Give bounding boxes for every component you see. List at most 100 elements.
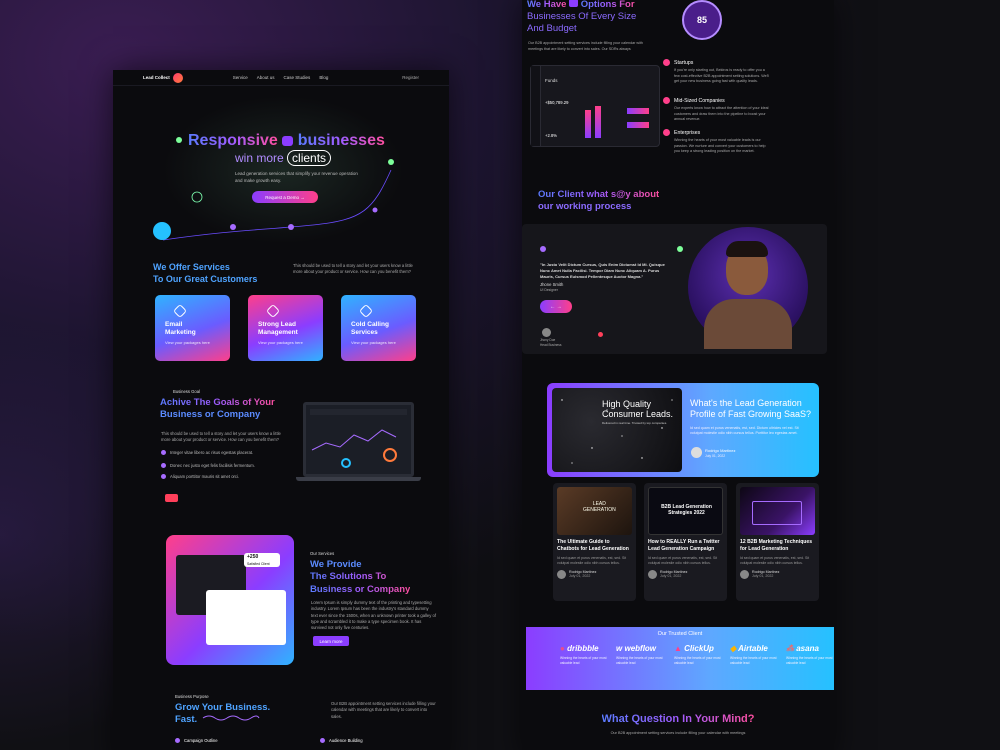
blog-desc: Id sed quam et purus venenatis, est, sed… xyxy=(740,555,810,565)
blog-image-text-b: Strategies 2022 xyxy=(668,510,705,516)
featured-img-title: High Quality Consumer Leads. xyxy=(602,399,673,420)
author-avatar xyxy=(648,569,657,579)
funds-bar xyxy=(627,108,649,114)
hero-title-a: Responsive xyxy=(188,132,278,149)
client-airtable[interactable]: ◆ Airtable Winning the hearts of your mos… xyxy=(730,644,782,665)
squiggle-decor xyxy=(202,715,260,721)
blog-desc: Id sed quam et purus venenatis, est, sed… xyxy=(557,555,627,565)
hero-title: Responsive businesses xyxy=(188,132,385,150)
service-card-sub: View your packages here xyxy=(351,339,396,345)
featured-post-image: High Quality Consumer Leads. Delivered in… xyxy=(552,388,682,472)
client-name: asana xyxy=(796,644,819,653)
option-desc: Winning the hearts of your most valuable… xyxy=(674,138,766,154)
request-demo-button[interactable]: Request a Demo → xyxy=(252,191,318,203)
client-desc: Winning the hearts of your most valuable… xyxy=(786,656,833,665)
featured-img-sub: Delivered in real time. Trusted by top c… xyxy=(602,421,668,425)
dashboard-sidebar xyxy=(531,66,541,146)
service-card-title: Services xyxy=(351,329,378,337)
service-card-title: Email xyxy=(165,321,183,328)
blog-title: 12 B2B Marketing Techniques for Lead Gen… xyxy=(740,539,813,552)
laptop-dashboard-image xyxy=(296,402,421,481)
learn-more-button[interactable]: Learn more xyxy=(313,636,349,646)
provide-title-c: Business or Company xyxy=(310,583,411,595)
client-webflow[interactable]: w webflow Winning the hearts of your most… xyxy=(616,644,668,665)
service-card-email[interactable]: Email Marketing View your packages here xyxy=(155,295,230,361)
hero-desc: Lead generation services that simplify y… xyxy=(235,171,358,183)
featured-title-b: Profile of Fast Growing SaaS? xyxy=(690,408,812,419)
right-page: We Have Options For Businesses Of Every … xyxy=(522,0,834,750)
briefcase-icon xyxy=(569,0,579,7)
service-card-title: Strong Lead xyxy=(258,321,296,328)
client-asana[interactable]: ⁂ asana Winning the hearts of your most v… xyxy=(786,644,834,665)
goals-desc: This should be used to tell a story and … xyxy=(161,431,281,443)
testimonial-title: Our Client what s@y about our working pro… xyxy=(538,189,659,214)
client-desc: Winning the hearts of your most valuable… xyxy=(616,656,663,665)
options-desc: Our B2B appointment setting services inc… xyxy=(528,41,643,51)
option-desc: Our experts know how to attract the atte… xyxy=(674,106,769,122)
client-name: Airtable xyxy=(738,644,768,653)
option-desc: If you're only starting out, Bekiros is … xyxy=(674,68,770,84)
hero-title-b: businesses xyxy=(297,132,385,149)
featured-title: What's the Lead Generation Profile of Fas… xyxy=(690,398,811,420)
blog-image-text-b: GENERATION xyxy=(583,507,616,513)
blog-author: Rodrigo Martinez July 01, 2022 xyxy=(557,569,632,579)
mini-role: Head Business xyxy=(540,343,562,347)
goals-bullet: Donec nec justo eget felis facilisis fer… xyxy=(161,463,255,468)
service-card-calling[interactable]: Cold Calling Services View your packages… xyxy=(341,295,416,361)
testimonial-nav-button[interactable]: ← → xyxy=(540,300,572,313)
spark-icon xyxy=(388,159,394,165)
hero-subtitle-a: win more xyxy=(235,151,284,165)
provide-desc: Lorem Ipsum is simply dummy text of the … xyxy=(311,600,437,631)
options-title: We Have Options For Businesses Of Every … xyxy=(527,0,636,35)
asana-icon: ⁂ xyxy=(786,644,794,653)
blog-image-screen xyxy=(752,501,802,525)
service-card-title: Cold Calling xyxy=(351,321,389,328)
goals-title: Achive The Goals of Your Business or Comp… xyxy=(160,397,275,422)
goals-arrow-button[interactable] xyxy=(165,494,178,502)
grow-title-a: Grow Your Business. xyxy=(175,702,271,713)
decor-dot xyxy=(677,246,683,252)
jacket xyxy=(704,299,792,349)
featured-desc: Id sed quam et purus venenatis, est, sed… xyxy=(690,426,799,436)
service-card-title: Management xyxy=(258,329,298,337)
provide-title: We Provide The Solutions To Business or Co… xyxy=(310,559,410,596)
goals-title-b: Business or Company xyxy=(160,409,261,421)
decor-dot xyxy=(598,332,603,337)
grow-item: Audience Building xyxy=(320,738,363,743)
client-dribbble[interactable]: ● dribbble Winning the hearts of your mos… xyxy=(560,644,612,665)
dribbble-icon: ● xyxy=(560,644,565,653)
testimonial-title-b: our working process xyxy=(538,201,632,213)
blog-date: July 01, 2022 xyxy=(752,574,774,579)
phone-icon xyxy=(358,303,374,319)
left-page: Lead Collect Service About us Case Studi… xyxy=(113,70,449,750)
service-card-title: Marketing xyxy=(165,329,196,337)
funds-bar xyxy=(585,110,591,138)
faq-desc: Our B2B appointment setting services inc… xyxy=(610,731,746,735)
dashboard-chart xyxy=(310,409,407,468)
grow-item: Campaign Outline xyxy=(175,738,218,743)
goals-kicker: Business Goal xyxy=(173,389,200,394)
solutions-image: +250 Satisfied Client xyxy=(166,535,294,665)
dashboard-panel-light xyxy=(206,590,286,645)
blog-card[interactable]: 12 B2B Marketing Techniques for Lead Gen… xyxy=(736,483,819,601)
badge-value: +250 xyxy=(247,554,259,560)
blog-title: How to REALLY Run a Twitter Lead Generat… xyxy=(648,539,720,552)
blog-card[interactable]: B2B Lead Generation Strategies 2022 How t… xyxy=(644,483,727,601)
scroll-down-icon[interactable] xyxy=(153,222,171,240)
offer-title-a: We Offer Services xyxy=(153,262,230,272)
blog-card[interactable]: LEAD GENERATION The Ultimate Guide to Cha… xyxy=(553,483,636,601)
avatar xyxy=(542,328,551,337)
laptop-base xyxy=(296,477,421,481)
service-card-sub: View your packages here xyxy=(258,339,303,345)
blog-author: Rodrigo Martinez July 01, 2022 xyxy=(740,569,815,579)
offer-title-b: To Our Great Customers xyxy=(153,273,258,284)
featured-post-card[interactable]: High Quality Consumer Leads. Delivered in… xyxy=(547,383,819,477)
author-avatar xyxy=(691,447,702,458)
hero-subtitle: win more clients xyxy=(235,150,332,166)
client-clickup[interactable]: ▲ ClickUp Winning the hearts of your most… xyxy=(674,644,726,665)
options-title-a: We Have xyxy=(527,0,567,10)
blog-image xyxy=(740,487,815,535)
webflow-icon: w xyxy=(616,644,623,653)
option-enterprises: Enterprises Winning the hearts of your mo… xyxy=(663,129,770,155)
service-card-lead[interactable]: Strong Lead Management View your package… xyxy=(248,295,323,361)
